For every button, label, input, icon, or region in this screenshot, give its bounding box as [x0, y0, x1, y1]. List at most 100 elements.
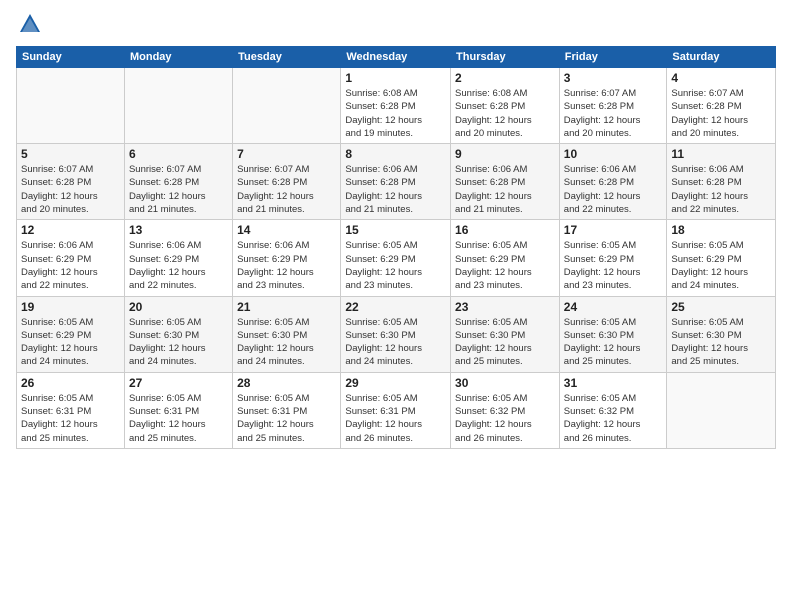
day-info: Sunrise: 6:05 AMSunset: 6:31 PMDaylight:…: [345, 392, 446, 445]
day-info: Sunrise: 6:05 AMSunset: 6:29 PMDaylight:…: [345, 239, 446, 292]
week-row-4: 19 Sunrise: 6:05 AMSunset: 6:29 PMDayligh…: [17, 296, 776, 372]
page: SundayMondayTuesdayWednesdayThursdayFrid…: [0, 0, 792, 612]
day-cell: [17, 68, 125, 144]
day-cell: 21 Sunrise: 6:05 AMSunset: 6:30 PMDayligh…: [233, 296, 341, 372]
weekday-thursday: Thursday: [451, 47, 560, 68]
day-number: 27: [129, 376, 228, 390]
day-cell: 22Sunrise: 6:05 AMSunset: 6:30 PMDayligh…: [341, 296, 451, 372]
weekday-sunday: Sunday: [17, 47, 125, 68]
day-number: 9: [455, 147, 555, 161]
day-cell: 7 Sunrise: 6:07 AMSunset: 6:28 PMDaylight…: [233, 144, 341, 220]
day-number: 23: [455, 300, 555, 314]
day-cell: 20Sunrise: 6:05 AMSunset: 6:30 PMDayligh…: [124, 296, 232, 372]
day-cell: 26 Sunrise: 6:05 AMSunset: 6:31 PMDayligh…: [17, 372, 125, 448]
week-row-1: 1 Sunrise: 6:08 AMSunset: 6:28 PMDaylight…: [17, 68, 776, 144]
week-row-5: 26 Sunrise: 6:05 AMSunset: 6:31 PMDayligh…: [17, 372, 776, 448]
day-cell: 4 Sunrise: 6:07 AMSunset: 6:28 PMDaylight…: [667, 68, 776, 144]
day-cell: 3 Sunrise: 6:07 AMSunset: 6:28 PMDaylight…: [559, 68, 667, 144]
day-cell: 29 Sunrise: 6:05 AMSunset: 6:31 PMDayligh…: [341, 372, 451, 448]
day-info: Sunrise: 6:05 AMSunset: 6:30 PMDaylight:…: [455, 316, 555, 369]
day-number: 25: [671, 300, 771, 314]
day-number: 11: [671, 147, 771, 161]
day-cell: 19 Sunrise: 6:05 AMSunset: 6:29 PMDayligh…: [17, 296, 125, 372]
logo-icon: [16, 10, 44, 38]
day-number: 2: [455, 71, 555, 85]
day-info: Sunrise: 6:05 AMSunset: 6:31 PMDaylight:…: [129, 392, 228, 445]
day-info: Sunrise: 6:08 AMSunset: 6:28 PMDaylight:…: [455, 87, 555, 140]
day-cell: 9Sunrise: 6:06 AMSunset: 6:28 PMDaylight…: [451, 144, 560, 220]
day-number: 4: [671, 71, 771, 85]
day-cell: 31 Sunrise: 6:05 AMSunset: 6:32 PMDayligh…: [559, 372, 667, 448]
day-cell: 27 Sunrise: 6:05 AMSunset: 6:31 PMDayligh…: [124, 372, 232, 448]
day-number: 31: [564, 376, 663, 390]
day-info: Sunrise: 6:05 AMSunset: 6:32 PMDaylight:…: [455, 392, 555, 445]
day-number: 1: [345, 71, 446, 85]
day-info: Sunrise: 6:05 AMSunset: 6:30 PMDaylight:…: [564, 316, 663, 369]
weekday-saturday: Saturday: [667, 47, 776, 68]
day-number: 26: [21, 376, 120, 390]
day-number: 7: [237, 147, 336, 161]
day-cell: 13Sunrise: 6:06 AMSunset: 6:29 PMDayligh…: [124, 220, 232, 296]
day-cell: 1 Sunrise: 6:08 AMSunset: 6:28 PMDaylight…: [341, 68, 451, 144]
day-cell: 23 Sunrise: 6:05 AMSunset: 6:30 PMDayligh…: [451, 296, 560, 372]
day-info: Sunrise: 6:07 AMSunset: 6:28 PMDaylight:…: [564, 87, 663, 140]
day-info: Sunrise: 6:08 AMSunset: 6:28 PMDaylight:…: [345, 87, 446, 140]
day-number: 21: [237, 300, 336, 314]
week-row-3: 12 Sunrise: 6:06 AMSunset: 6:29 PMDayligh…: [17, 220, 776, 296]
day-number: 19: [21, 300, 120, 314]
day-number: 30: [455, 376, 555, 390]
day-cell: 24 Sunrise: 6:05 AMSunset: 6:30 PMDayligh…: [559, 296, 667, 372]
day-number: 15: [345, 223, 446, 237]
weekday-tuesday: Tuesday: [233, 47, 341, 68]
day-info: Sunrise: 6:07 AMSunset: 6:28 PMDaylight:…: [21, 163, 120, 216]
day-cell: 12Sunrise: 6:06 AMSunset: 6:29 PMDayligh…: [17, 220, 125, 296]
day-cell: [667, 372, 776, 448]
day-info: Sunrise: 6:05 AMSunset: 6:31 PMDaylight:…: [21, 392, 120, 445]
day-cell: 14 Sunrise: 6:06 AMSunset: 6:29 PMDayligh…: [233, 220, 341, 296]
day-info: Sunrise: 6:05 AMSunset: 6:29 PMDaylight:…: [455, 239, 555, 292]
day-cell: 11 Sunrise: 6:06 AMSunset: 6:28 PMDayligh…: [667, 144, 776, 220]
weekday-monday: Monday: [124, 47, 232, 68]
day-cell: 30 Sunrise: 6:05 AMSunset: 6:32 PMDayligh…: [451, 372, 560, 448]
day-number: 16: [455, 223, 555, 237]
day-info: Sunrise: 6:05 AMSunset: 6:29 PMDaylight:…: [21, 316, 120, 369]
day-info: Sunrise: 6:07 AMSunset: 6:28 PMDaylight:…: [237, 163, 336, 216]
day-number: 29: [345, 376, 446, 390]
day-cell: 8Sunrise: 6:06 AMSunset: 6:28 PMDaylight…: [341, 144, 451, 220]
day-info: Sunrise: 6:05 AMSunset: 6:30 PMDaylight:…: [345, 316, 446, 369]
day-cell: 25 Sunrise: 6:05 AMSunset: 6:30 PMDayligh…: [667, 296, 776, 372]
day-info: Sunrise: 6:05 AMSunset: 6:29 PMDaylight:…: [671, 239, 771, 292]
day-info: Sunrise: 6:06 AMSunset: 6:28 PMDaylight:…: [671, 163, 771, 216]
day-number: 18: [671, 223, 771, 237]
day-info: Sunrise: 6:05 AMSunset: 6:30 PMDaylight:…: [237, 316, 336, 369]
day-info: Sunrise: 6:05 AMSunset: 6:32 PMDaylight:…: [564, 392, 663, 445]
day-cell: 28Sunrise: 6:05 AMSunset: 6:31 PMDayligh…: [233, 372, 341, 448]
day-number: 10: [564, 147, 663, 161]
day-info: Sunrise: 6:06 AMSunset: 6:29 PMDaylight:…: [237, 239, 336, 292]
weekday-friday: Friday: [559, 47, 667, 68]
day-number: 24: [564, 300, 663, 314]
day-info: Sunrise: 6:07 AMSunset: 6:28 PMDaylight:…: [129, 163, 228, 216]
weekday-header-row: SundayMondayTuesdayWednesdayThursdayFrid…: [17, 47, 776, 68]
day-number: 3: [564, 71, 663, 85]
day-cell: 17 Sunrise: 6:05 AMSunset: 6:29 PMDayligh…: [559, 220, 667, 296]
day-cell: 18 Sunrise: 6:05 AMSunset: 6:29 PMDayligh…: [667, 220, 776, 296]
weekday-wednesday: Wednesday: [341, 47, 451, 68]
day-info: Sunrise: 6:06 AMSunset: 6:29 PMDaylight:…: [129, 239, 228, 292]
day-cell: 16 Sunrise: 6:05 AMSunset: 6:29 PMDayligh…: [451, 220, 560, 296]
day-number: 12: [21, 223, 120, 237]
day-number: 14: [237, 223, 336, 237]
logo: [16, 10, 48, 38]
day-info: Sunrise: 6:05 AMSunset: 6:31 PMDaylight:…: [237, 392, 336, 445]
day-info: Sunrise: 6:05 AMSunset: 6:30 PMDaylight:…: [671, 316, 771, 369]
day-cell: 15 Sunrise: 6:05 AMSunset: 6:29 PMDayligh…: [341, 220, 451, 296]
day-info: Sunrise: 6:07 AMSunset: 6:28 PMDaylight:…: [671, 87, 771, 140]
week-row-2: 5 Sunrise: 6:07 AMSunset: 6:28 PMDaylight…: [17, 144, 776, 220]
day-number: 5: [21, 147, 120, 161]
day-number: 8: [345, 147, 446, 161]
day-info: Sunrise: 6:05 AMSunset: 6:29 PMDaylight:…: [564, 239, 663, 292]
day-number: 17: [564, 223, 663, 237]
day-cell: [233, 68, 341, 144]
day-cell: 10Sunrise: 6:06 AMSunset: 6:28 PMDayligh…: [559, 144, 667, 220]
day-cell: 5 Sunrise: 6:07 AMSunset: 6:28 PMDaylight…: [17, 144, 125, 220]
